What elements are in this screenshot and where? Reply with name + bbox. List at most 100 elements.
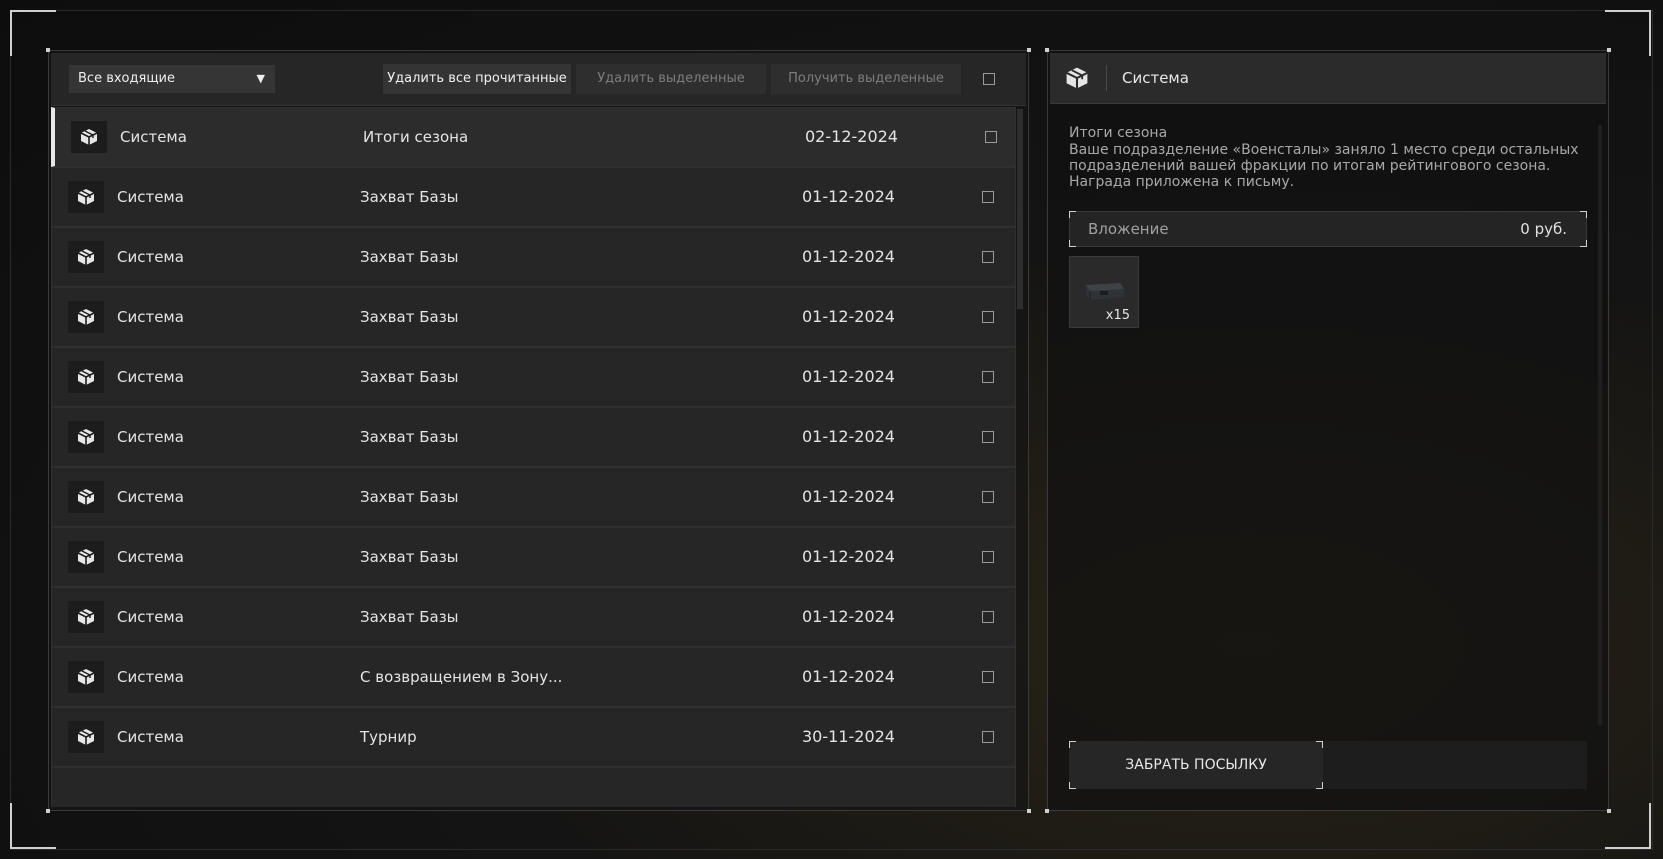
attachment-bar: Вложение 0 руб. xyxy=(1069,211,1587,247)
message-checkbox[interactable] xyxy=(982,551,994,563)
message-sender: Система xyxy=(117,188,184,206)
message-row[interactable]: Система Турнир 30-11-2024 xyxy=(51,707,1016,767)
message-subject: Захват Базы xyxy=(360,368,459,386)
bracket xyxy=(1316,741,1323,748)
message-row[interactable]: Система Захват Базы 01-12-2024 xyxy=(51,527,1016,587)
message-row[interactable]: Система Захват Базы 01-12-2024 xyxy=(51,347,1016,407)
message-subject: Захват Базы xyxy=(360,428,459,446)
message-checkbox[interactable] xyxy=(982,251,994,263)
panel-tick xyxy=(46,809,50,813)
message-checkbox[interactable] xyxy=(985,131,997,143)
attachment-item-slot[interactable]: x15 xyxy=(1069,256,1139,328)
panel-tick xyxy=(1045,48,1049,52)
message-sender: Система xyxy=(117,668,184,686)
message-date: 01-12-2024 xyxy=(802,427,895,446)
message-row[interactable]: Система Захват Базы 01-12-2024 xyxy=(51,167,1016,227)
package-box-icon xyxy=(68,421,104,453)
package-box-icon xyxy=(71,121,107,153)
package-box-icon xyxy=(68,721,104,753)
panel-tick xyxy=(1607,48,1611,52)
package-box-icon xyxy=(68,241,104,273)
select-all-checkbox[interactable] xyxy=(983,73,995,85)
panel-tick xyxy=(1027,809,1031,813)
package-box-icon xyxy=(1064,65,1090,95)
message-sender: Система xyxy=(120,128,187,146)
message-sender: Система xyxy=(117,308,184,326)
message-checkbox[interactable] xyxy=(982,191,994,203)
bracket xyxy=(1580,240,1587,247)
bracket xyxy=(1069,211,1076,218)
message-date: 01-12-2024 xyxy=(802,547,895,566)
message-checkbox[interactable] xyxy=(982,611,994,623)
message-subject: Захват Базы xyxy=(360,308,459,326)
claim-parcel-label: ЗАБРАТЬ ПОСЫЛКУ xyxy=(1125,757,1267,773)
receive-selected-button[interactable]: Получить выделенные xyxy=(771,64,961,94)
message-date: 01-12-2024 xyxy=(802,367,895,386)
detail-title: Итоги сезона xyxy=(1069,125,1168,141)
panel-tick xyxy=(1027,48,1031,52)
message-row[interactable]: Система Захват Базы 01-12-2024 xyxy=(51,587,1016,647)
panel-tick xyxy=(46,48,50,52)
message-row[interactable]: Система С возвращением в Зону... 01-12-2… xyxy=(51,647,1016,707)
detail-sender: Система xyxy=(1122,69,1189,87)
package-box-icon xyxy=(68,361,104,393)
detail-scrollbar[interactable] xyxy=(1598,125,1602,725)
message-list: Система Итоги сезона 02-12-2024 Система … xyxy=(51,107,1016,807)
panel-tick xyxy=(1045,809,1049,813)
frame-corner xyxy=(1605,803,1651,849)
message-sender: Система xyxy=(117,548,184,566)
message-subject: С возвращением в Зону... xyxy=(360,668,563,686)
message-date: 30-11-2024 xyxy=(802,727,895,746)
claim-parcel-button[interactable]: ЗАБРАТЬ ПОСЫЛКУ xyxy=(1069,741,1323,789)
message-checkbox[interactable] xyxy=(982,371,994,383)
list-scrollbar[interactable] xyxy=(1017,109,1023,309)
inbox-filter-select[interactable]: Все входящие ▼ xyxy=(69,65,275,93)
package-box-icon xyxy=(68,181,104,213)
message-sender: Система xyxy=(117,488,184,506)
inbox-filter-value: Все входящие xyxy=(78,71,176,86)
message-detail-panel: Система Итоги сезона Ваше подразделение … xyxy=(1045,48,1611,813)
bracket xyxy=(1069,741,1076,748)
attachment-label: Вложение xyxy=(1088,220,1169,238)
frame-corner xyxy=(1605,10,1651,56)
message-date: 01-12-2024 xyxy=(802,487,895,506)
message-subject: Захват Базы xyxy=(360,488,459,506)
bracket xyxy=(1069,782,1076,789)
message-row[interactable]: Система Захват Базы 01-12-2024 xyxy=(51,287,1016,347)
inbox-panel: Все входящие ▼ Удалить все прочитанные У… xyxy=(46,48,1031,813)
package-box-icon xyxy=(68,541,104,573)
message-sender: Система xyxy=(117,248,184,266)
detail-header: Система xyxy=(1050,53,1606,104)
message-subject: Захват Базы xyxy=(360,248,459,266)
message-checkbox[interactable] xyxy=(982,431,994,443)
message-checkbox[interactable] xyxy=(982,491,994,503)
package-box-icon xyxy=(68,661,104,693)
bracket xyxy=(1069,240,1076,247)
panel-tick xyxy=(1607,809,1611,813)
package-box-icon xyxy=(68,601,104,633)
message-date: 01-12-2024 xyxy=(802,607,895,626)
message-row[interactable]: Система Захват Базы 01-12-2024 xyxy=(51,227,1016,287)
message-date: 01-12-2024 xyxy=(802,307,895,326)
delete-read-button[interactable]: Удалить все прочитанные xyxy=(383,64,571,94)
message-subject: Итоги сезона xyxy=(363,128,469,146)
delete-selected-button[interactable]: Удалить выделенные xyxy=(576,64,766,94)
message-checkbox[interactable] xyxy=(982,731,994,743)
message-date: 02-12-2024 xyxy=(805,127,898,146)
claim-bar-background xyxy=(1323,741,1587,789)
message-checkbox[interactable] xyxy=(982,671,994,683)
message-row[interactable] xyxy=(51,767,1016,807)
item-count: x15 xyxy=(1105,308,1130,323)
package-box-icon xyxy=(68,301,104,333)
message-row[interactable]: Система Итоги сезона 02-12-2024 xyxy=(51,107,1016,167)
message-sender: Система xyxy=(117,608,184,626)
dropdown-arrow-icon: ▼ xyxy=(256,72,265,85)
detail-body: Ваше подразделение «Военсталы» заняло 1 … xyxy=(1069,142,1579,190)
message-checkbox[interactable] xyxy=(982,311,994,323)
message-subject: Захват Базы xyxy=(360,548,459,566)
message-row[interactable]: Система Захват Базы 01-12-2024 xyxy=(51,407,1016,467)
message-row[interactable]: Система Захват Базы 01-12-2024 xyxy=(51,467,1016,527)
message-date: 01-12-2024 xyxy=(802,247,895,266)
message-subject: Захват Базы xyxy=(360,188,459,206)
bracket xyxy=(1316,782,1323,789)
